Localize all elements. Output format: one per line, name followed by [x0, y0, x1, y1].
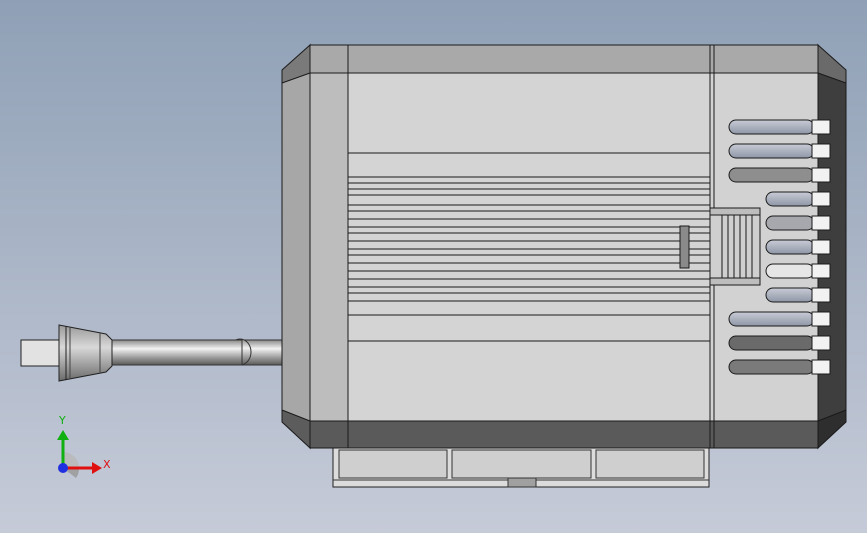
terminal-box-grille [709, 207, 761, 286]
mounting-base [332, 447, 710, 488]
cad-viewport[interactable]: Y X [0, 0, 867, 533]
x-axis-label: X [103, 458, 111, 471]
terminal-clamp [679, 225, 690, 269]
y-axis-label: Y [59, 414, 66, 427]
motor-body [281, 43, 847, 450]
power-cable [107, 338, 283, 366]
z-axis-dot [58, 463, 68, 473]
motor-model-svg [0, 0, 867, 533]
